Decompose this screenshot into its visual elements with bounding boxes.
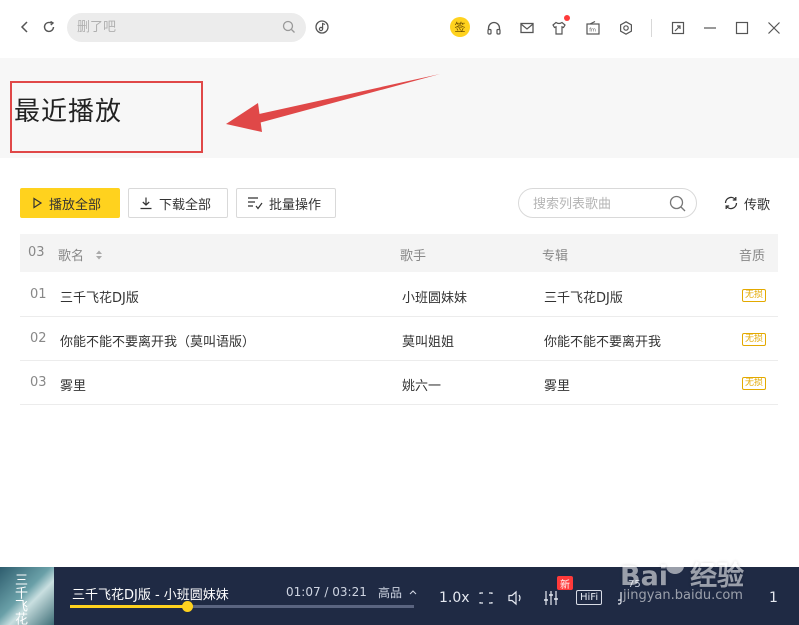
quality-badge: 无损 <box>742 333 767 346</box>
equalizer-button[interactable] <box>543 589 559 607</box>
search-icon[interactable] <box>669 195 686 212</box>
quality-label: 高品 <box>378 586 403 600</box>
download-icon <box>139 196 153 210</box>
top-bar: 签 fm <box>0 0 799 58</box>
chevron-up-icon <box>409 590 417 595</box>
speaker-icon <box>508 590 521 606</box>
svg-text:fm: fm <box>589 28 596 34</box>
radio-button[interactable]: fm <box>582 17 604 39</box>
notification-dot <box>564 15 570 21</box>
upload-label: 传歌 <box>744 197 771 213</box>
screen-button[interactable] <box>478 589 494 607</box>
album-art[interactable]: 三千飞花 <box>0 567 54 625</box>
column-name-label: 歌名 <box>58 249 85 264</box>
album-name[interactable]: 你能不能不要离开我 <box>544 331 661 350</box>
table-header: 03 歌名 歌手 专辑 音质 <box>20 234 778 272</box>
batch-operation-button[interactable]: 批量操作 <box>236 188 336 218</box>
progress-bar[interactable] <box>70 601 414 612</box>
download-all-button[interactable]: 下载全部 <box>128 188 228 218</box>
sign-in-badge[interactable]: 签 <box>450 17 470 37</box>
singer-name[interactable]: 小班圆妹妹 <box>402 287 467 306</box>
table-row[interactable]: 03 雾里 姚六一 雾里 无损 <box>20 361 778 405</box>
headphones-icon <box>487 21 501 35</box>
progress-fill <box>70 605 187 608</box>
mini-mode-button[interactable] <box>667 17 689 39</box>
shirt-icon <box>552 21 566 35</box>
column-header-singer: 歌手 <box>400 249 427 264</box>
quality-badge: 无损 <box>742 377 767 390</box>
playback-time: 01:07 / 03:21 <box>286 585 367 599</box>
mail-icon <box>520 22 534 34</box>
singer-name[interactable]: 莫叫姐姐 <box>402 331 454 350</box>
row-index: 02 <box>30 331 47 346</box>
toolbar-divider <box>651 19 652 37</box>
quality-badge: 无损 <box>742 289 767 302</box>
table-row[interactable]: 01 三千飞花DJ版 小班圆妹妹 三千飞花DJ版 无损 <box>20 273 778 317</box>
column-header-quality: 音质 <box>739 249 766 264</box>
singer-name[interactable]: 姚六一 <box>402 375 441 394</box>
row-index: 03 <box>30 375 47 390</box>
gear-icon <box>620 21 632 35</box>
quality-selector[interactable]: 高品 <box>378 584 417 601</box>
song-name[interactable]: 你能不能不要离开我（莫叫语版） <box>60 331 255 350</box>
skin-button[interactable] <box>548 15 570 39</box>
sort-icon[interactable] <box>94 249 104 261</box>
volume-button[interactable] <box>507 589 525 607</box>
new-badge: 新 <box>557 576 573 591</box>
minimize-button[interactable] <box>699 17 721 39</box>
maximize-icon <box>735 21 749 35</box>
batch-list-icon <box>247 196 263 210</box>
equalizer-icon <box>544 591 558 605</box>
row-index: 01 <box>30 287 47 302</box>
sync-icon <box>723 195 739 211</box>
listen-together-button[interactable] <box>483 17 505 39</box>
album-name[interactable]: 雾里 <box>544 375 570 394</box>
column-header-name[interactable]: 歌名 <box>58 245 104 264</box>
watermark-url: jingyan.baidu.com <box>623 588 743 603</box>
play-all-button[interactable]: 播放全部 <box>20 188 120 218</box>
progress-handle[interactable] <box>181 601 193 612</box>
download-all-label: 下载全部 <box>159 197 212 213</box>
close-button[interactable] <box>763 17 785 39</box>
list-search-box[interactable] <box>518 188 697 218</box>
mini-mode-icon <box>671 21 685 35</box>
column-header-album: 专辑 <box>542 249 569 264</box>
batch-operation-label: 批量操作 <box>269 197 322 213</box>
radio-fm-icon: fm <box>586 21 600 35</box>
now-playing-title[interactable]: 三千飞花DJ版 - 小班圆妹妹 <box>72 584 229 603</box>
baidu-watermark: Bai 经验 jingyan.baidu.com <box>592 544 792 618</box>
messages-button[interactable] <box>516 17 538 39</box>
screen-icon <box>479 592 493 604</box>
album-art-text: 三千飞花 <box>12 573 27 625</box>
settings-button[interactable] <box>615 17 637 39</box>
maximize-button[interactable] <box>731 17 753 39</box>
page-header: 最近播放 <box>0 58 799 158</box>
upload-song-button[interactable]: 传歌 <box>723 193 770 213</box>
minimize-icon <box>704 27 716 29</box>
song-name[interactable]: 三千飞花DJ版 <box>60 287 139 306</box>
play-all-label: 播放全部 <box>49 197 102 213</box>
table-row[interactable]: 02 你能不能不要离开我（莫叫语版） 莫叫姐姐 你能不能不要离开我 无损 <box>20 317 778 361</box>
album-name[interactable]: 三千飞花DJ版 <box>544 287 623 306</box>
annotation-highlight-box <box>10 81 203 153</box>
song-name[interactable]: 雾里 <box>60 375 86 394</box>
play-icon <box>31 197 43 209</box>
song-count: 03 <box>28 245 45 260</box>
list-search-input[interactable] <box>533 195 663 213</box>
close-icon <box>768 22 780 34</box>
playback-speed-button[interactable]: 1.0x <box>439 589 470 607</box>
